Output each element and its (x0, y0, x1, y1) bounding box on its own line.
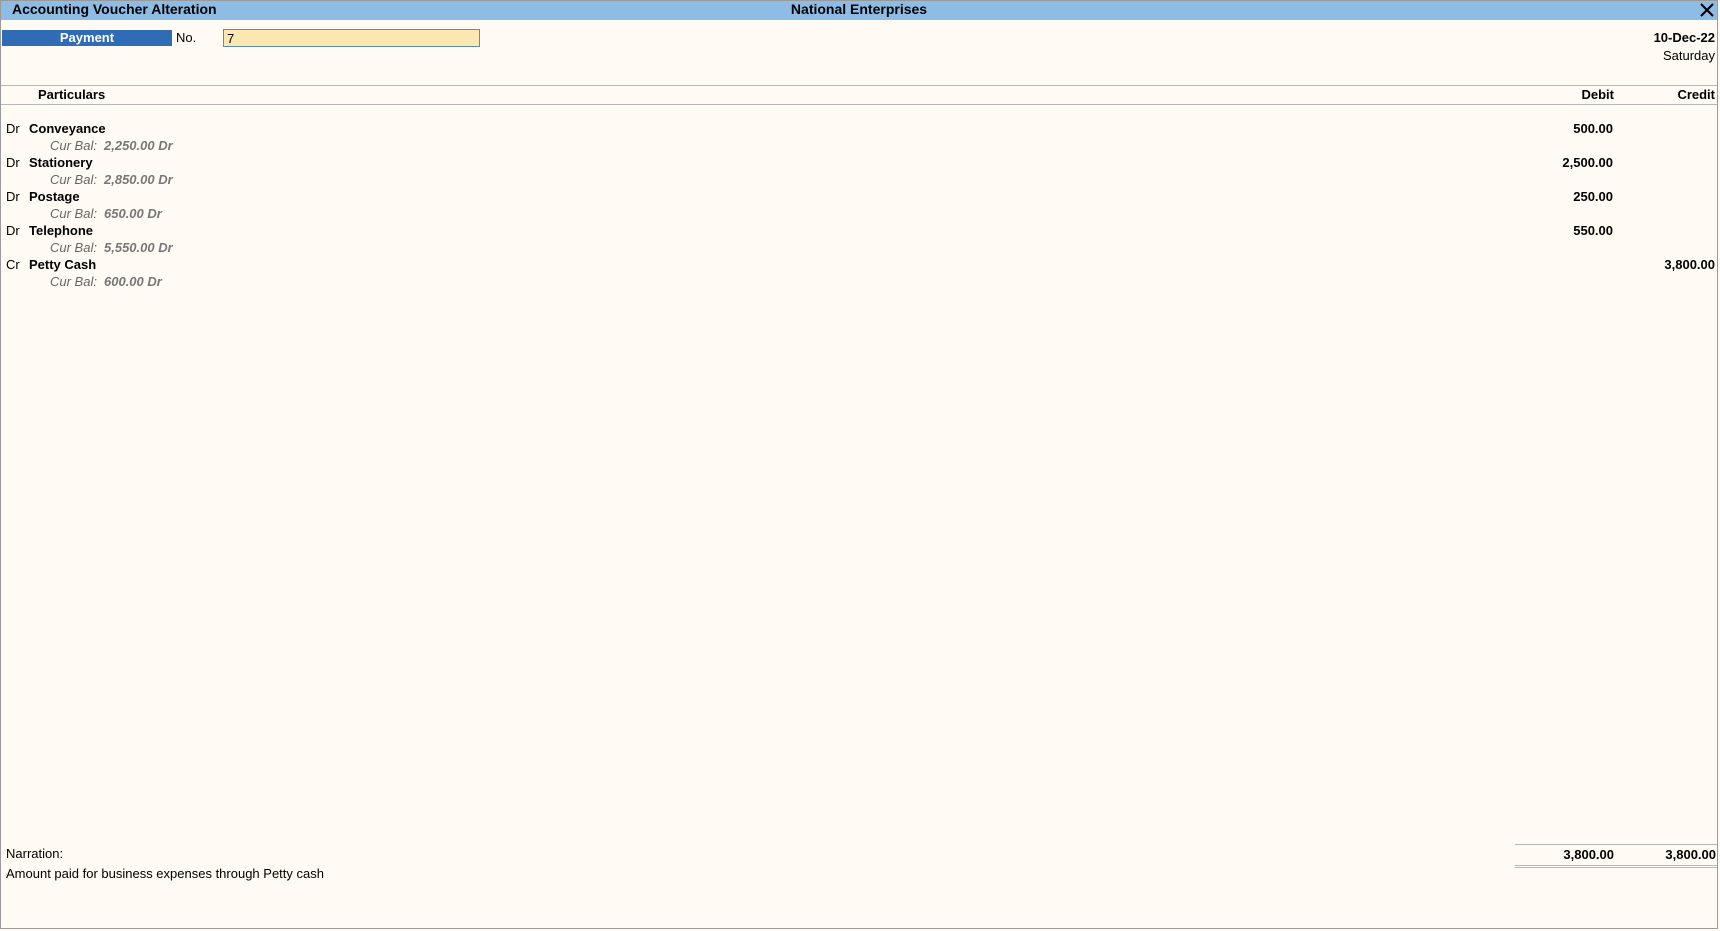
drcr-indicator: Dr (6, 223, 20, 238)
ledger-name[interactable]: Postage (29, 189, 80, 205)
company-name: National Enterprises (790, 1, 928, 17)
title-bar: Accounting Voucher Alteration National E… (1, 1, 1717, 20)
current-balance-label: Cur Bal: (50, 138, 97, 153)
ledger-name[interactable]: Telephone (29, 223, 93, 239)
voucher-number-input[interactable] (223, 29, 480, 47)
voucher-day: Saturday (1662, 48, 1715, 63)
column-header-row: Particulars Debit Credit (1, 85, 1717, 105)
voucher-type-badge[interactable]: Payment (2, 30, 172, 46)
credit-amount[interactable]: 3,800.00 (1664, 257, 1715, 273)
drcr-indicator: Cr (6, 257, 20, 272)
debit-amount[interactable]: 500.00 (1573, 121, 1613, 137)
current-balance-value: 600.00 Dr (104, 274, 162, 289)
debit-amount[interactable]: 2,500.00 (1562, 155, 1613, 171)
drcr-indicator: Dr (6, 189, 20, 204)
narration-field[interactable]: Amount paid for business expenses throug… (6, 866, 324, 882)
current-balance-label: Cur Bal: (50, 240, 97, 255)
column-header-debit: Debit (1581, 87, 1615, 102)
ledger-entry-row[interactable]: Dr Telephone Cur Bal: 5,550.00 Dr 550.00 (1, 223, 1717, 257)
current-balance-label: Cur Bal: (50, 274, 97, 289)
entries-list: Dr Conveyance Cur Bal: 2,250.00 Dr 500.0… (1, 121, 1717, 291)
close-icon[interactable] (1699, 2, 1715, 18)
ledger-name[interactable]: Conveyance (29, 121, 106, 137)
current-balance-value: 650.00 Dr (104, 206, 162, 221)
debit-amount[interactable]: 550.00 (1573, 223, 1613, 239)
voucher-date[interactable]: 10-Dec-22 (1654, 30, 1715, 46)
total-credit: 3,800.00 (1665, 847, 1716, 862)
voucher-window: Accounting Voucher Alteration National E… (0, 0, 1718, 929)
drcr-indicator: Dr (6, 155, 20, 170)
current-balance-value: 2,850.00 Dr (104, 172, 173, 187)
current-balance-value: 5,550.00 Dr (104, 240, 173, 255)
narration-label: Narration: (6, 846, 64, 861)
current-balance-label: Cur Bal: (50, 172, 97, 187)
ledger-entry-row[interactable]: Dr Postage Cur Bal: 650.00 Dr 250.00 (1, 189, 1717, 223)
totals-row: 3,800.00 3,800.00 (1515, 844, 1717, 868)
current-balance-value: 2,250.00 Dr (104, 138, 173, 153)
ledger-entry-row[interactable]: Cr Petty Cash Cur Bal: 600.00 Dr 3,800.0… (1, 257, 1717, 291)
total-debit: 3,800.00 (1563, 847, 1614, 862)
debit-amount[interactable]: 250.00 (1573, 189, 1613, 205)
drcr-indicator: Dr (6, 121, 20, 136)
ledger-entry-row[interactable]: Dr Conveyance Cur Bal: 2,250.00 Dr 500.0… (1, 121, 1717, 155)
ledger-entry-row[interactable]: Dr Stationery Cur Bal: 2,850.00 Dr 2,500… (1, 155, 1717, 189)
column-header-credit: Credit (1677, 87, 1715, 102)
column-header-particulars: Particulars (38, 87, 106, 102)
current-balance-label: Cur Bal: (50, 206, 97, 221)
ledger-name[interactable]: Petty Cash (29, 257, 96, 273)
voucher-number-label: No. (176, 30, 197, 45)
ledger-name[interactable]: Stationery (29, 155, 93, 171)
